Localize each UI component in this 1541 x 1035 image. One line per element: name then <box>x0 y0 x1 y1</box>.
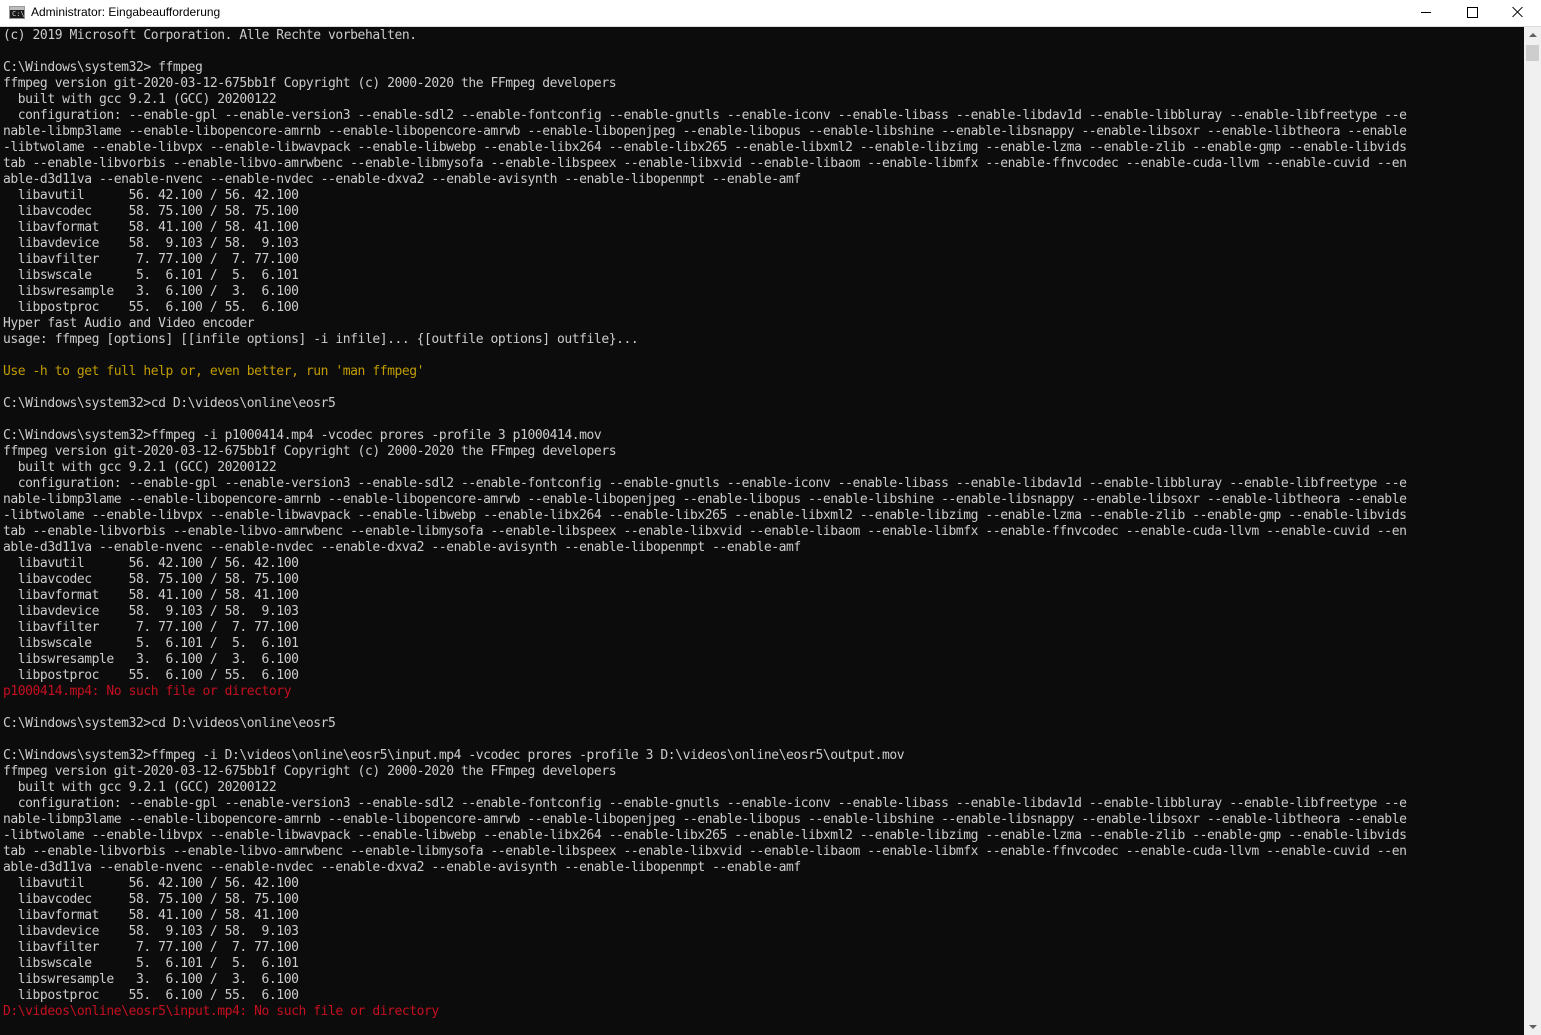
console-line: p1000414.mp4: No such file or directory <box>3 684 292 699</box>
console-line: able-d3d11va --enable-nvenc --enable-nvd… <box>3 540 801 555</box>
scrollbar-thumb[interactable] <box>1526 45 1539 61</box>
console-line: tab --enable-libvorbis --enable-libvo-am… <box>3 524 1407 539</box>
console-line: built with gcc 9.2.1 (GCC) 20200122 <box>3 780 277 795</box>
console-line: libswscale 5. 6.101 / 5. 6.101 <box>3 956 299 971</box>
console-line: libavformat 58. 41.100 / 58. 41.100 <box>3 908 299 923</box>
vertical-scrollbar[interactable] <box>1524 27 1541 1035</box>
console-line: nable-libmp3lame --enable-libopencore-am… <box>3 124 1407 139</box>
console-line: libavdevice 58. 9.103 / 58. 9.103 <box>3 236 299 251</box>
console-line: libswresample 3. 6.100 / 3. 6.100 <box>3 972 299 987</box>
scroll-down-arrow-icon[interactable] <box>1524 1018 1541 1035</box>
console-line: libavfilter 7. 77.100 / 7. 77.100 <box>3 620 299 635</box>
console-line: ffmpeg version git-2020-03-12-675bb1f Co… <box>3 764 617 779</box>
console-line: libpostproc 55. 6.100 / 55. 6.100 <box>3 988 299 1003</box>
console-line: tab --enable-libvorbis --enable-libvo-am… <box>3 156 1407 171</box>
scroll-up-arrow-icon[interactable] <box>1524 27 1541 44</box>
console-line: C:\Windows\system32>ffmpeg -i D:\videos\… <box>3 748 905 763</box>
console-line: libavformat 58. 41.100 / 58. 41.100 <box>3 588 299 603</box>
console-line: libavcodec 58. 75.100 / 58. 75.100 <box>3 572 299 587</box>
console-line: libavdevice 58. 9.103 / 58. 9.103 <box>3 924 299 939</box>
console-line: nable-libmp3lame --enable-libopencore-am… <box>3 812 1407 827</box>
title-bar[interactable]: C:\ Administrator: Eingabeaufforderung <box>0 0 1541 27</box>
console-line: -libtwolame --enable-libvpx --enable-lib… <box>3 140 1407 155</box>
close-icon <box>1512 6 1524 18</box>
console-line: libavcodec 58. 75.100 / 58. 75.100 <box>3 204 299 219</box>
console-line: libavfilter 7. 77.100 / 7. 77.100 <box>3 252 299 267</box>
console-line: C:\Windows\system32> ffmpeg <box>3 60 203 75</box>
console-line: libavutil 56. 42.100 / 56. 42.100 <box>3 188 299 203</box>
console-line: -libtwolame --enable-libvpx --enable-lib… <box>3 828 1407 843</box>
console-line: libswscale 5. 6.101 / 5. 6.101 <box>3 268 299 283</box>
console-line: D:\videos\online\eosr5\input.mp4: No suc… <box>3 1004 439 1019</box>
console-line: -libtwolame --enable-libvpx --enable-lib… <box>3 508 1407 523</box>
maximize-icon <box>1467 7 1478 18</box>
console-line: libavcodec 58. 75.100 / 58. 75.100 <box>3 892 299 907</box>
console-line: able-d3d11va --enable-nvenc --enable-nvd… <box>3 172 801 187</box>
console-line: configuration: --enable-gpl --enable-ver… <box>3 476 1407 491</box>
console-line: libavfilter 7. 77.100 / 7. 77.100 <box>3 940 299 955</box>
cmd-icon-glyph: C:\ <box>12 10 25 18</box>
minimize-icon <box>1421 12 1431 13</box>
console-line: libpostproc 55. 6.100 / 55. 6.100 <box>3 668 299 683</box>
console-line: libavformat 58. 41.100 / 58. 41.100 <box>3 220 299 235</box>
console-line: (c) 2019 Microsoft Corporation. Alle Rec… <box>3 28 417 43</box>
console-output[interactable]: (c) 2019 Microsoft Corporation. Alle Rec… <box>3 28 1523 1035</box>
console-line: libavutil 56. 42.100 / 56. 42.100 <box>3 876 299 891</box>
console-window: C:\ Administrator: Eingabeaufforderung (… <box>0 0 1541 1035</box>
console-line: ffmpeg version git-2020-03-12-675bb1f Co… <box>3 444 617 459</box>
console-line: nable-libmp3lame --enable-libopencore-am… <box>3 492 1407 507</box>
window-title: Administrator: Eingabeaufforderung <box>31 5 221 19</box>
console-line: Use -h to get full help or, even better,… <box>3 364 425 379</box>
console-line: Hyper fast Audio and Video encoder <box>3 316 255 331</box>
console-line: ffmpeg version git-2020-03-12-675bb1f Co… <box>3 76 617 91</box>
console-line: built with gcc 9.2.1 (GCC) 20200122 <box>3 92 277 107</box>
console-line: libavutil 56. 42.100 / 56. 42.100 <box>3 556 299 571</box>
console-line: C:\Windows\system32>ffmpeg -i p1000414.m… <box>3 428 602 443</box>
console-line: built with gcc 9.2.1 (GCC) 20200122 <box>3 460 277 475</box>
console-line: tab --enable-libvorbis --enable-libvo-am… <box>3 844 1407 859</box>
minimize-button[interactable] <box>1403 0 1449 26</box>
console-line: libswscale 5. 6.101 / 5. 6.101 <box>3 636 299 651</box>
console-line: libavdevice 58. 9.103 / 58. 9.103 <box>3 604 299 619</box>
console-line: configuration: --enable-gpl --enable-ver… <box>3 796 1407 811</box>
console-line: libpostproc 55. 6.100 / 55. 6.100 <box>3 300 299 315</box>
console-line: configuration: --enable-gpl --enable-ver… <box>3 108 1407 123</box>
console-line: C:\Windows\system32>cd D:\videos\online\… <box>3 396 336 411</box>
console-line: libswresample 3. 6.100 / 3. 6.100 <box>3 284 299 299</box>
cmd-icon[interactable]: C:\ <box>9 6 25 19</box>
close-button[interactable] <box>1495 0 1541 26</box>
console-line: able-d3d11va --enable-nvenc --enable-nvd… <box>3 860 801 875</box>
console-line: libswresample 3. 6.100 / 3. 6.100 <box>3 652 299 667</box>
maximize-button[interactable] <box>1449 0 1495 26</box>
console-line: C:\Windows\system32>cd D:\videos\online\… <box>3 716 336 731</box>
console-line: usage: ffmpeg [options] [[infile options… <box>3 332 639 347</box>
